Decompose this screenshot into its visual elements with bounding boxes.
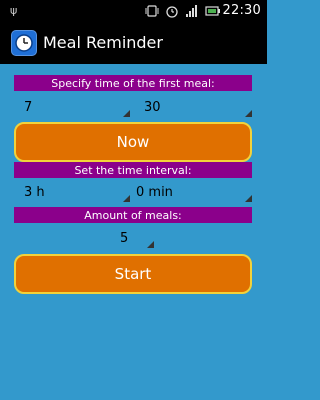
interval-minutes-spinner[interactable]: 0 min [128,180,252,204]
interval-minutes-value: 0 min [136,185,173,200]
status-bar: ψ 22:30 [0,0,267,22]
meals-count-value: 5 [120,231,129,246]
interval-hours-spinner[interactable]: 3 h [16,180,130,204]
dropdown-indicator-icon [147,241,154,248]
alarm-icon [166,6,178,18]
status-time: 22:30 [222,3,261,18]
first-meal-header: Specify time of the first meal: [14,75,252,91]
hour-spinner[interactable]: 7 [16,95,130,119]
now-button[interactable]: Now [14,122,252,162]
hour-value: 7 [24,100,33,115]
meals-count-spinner[interactable]: 5 [112,226,154,250]
battery-icon [205,6,220,16]
usb-icon: ψ [10,4,18,17]
signal-icon [186,5,197,17]
dropdown-indicator-icon [245,110,252,117]
interval-header: Set the time interval: [14,162,252,178]
action-bar: Meal Reminder [0,22,267,64]
minute-value: 30 [144,100,161,115]
clock-icon [11,30,37,56]
meals-header: Amount of meals: [14,207,252,223]
interval-hours-value: 3 h [24,185,45,200]
app-title: Meal Reminder [43,33,163,52]
dropdown-indicator-icon [123,110,130,117]
status-icons [145,3,221,19]
vibrate-icon [145,5,159,17]
start-button[interactable]: Start [14,254,252,294]
dropdown-indicator-icon [245,195,252,202]
minute-spinner[interactable]: 30 [136,95,252,119]
